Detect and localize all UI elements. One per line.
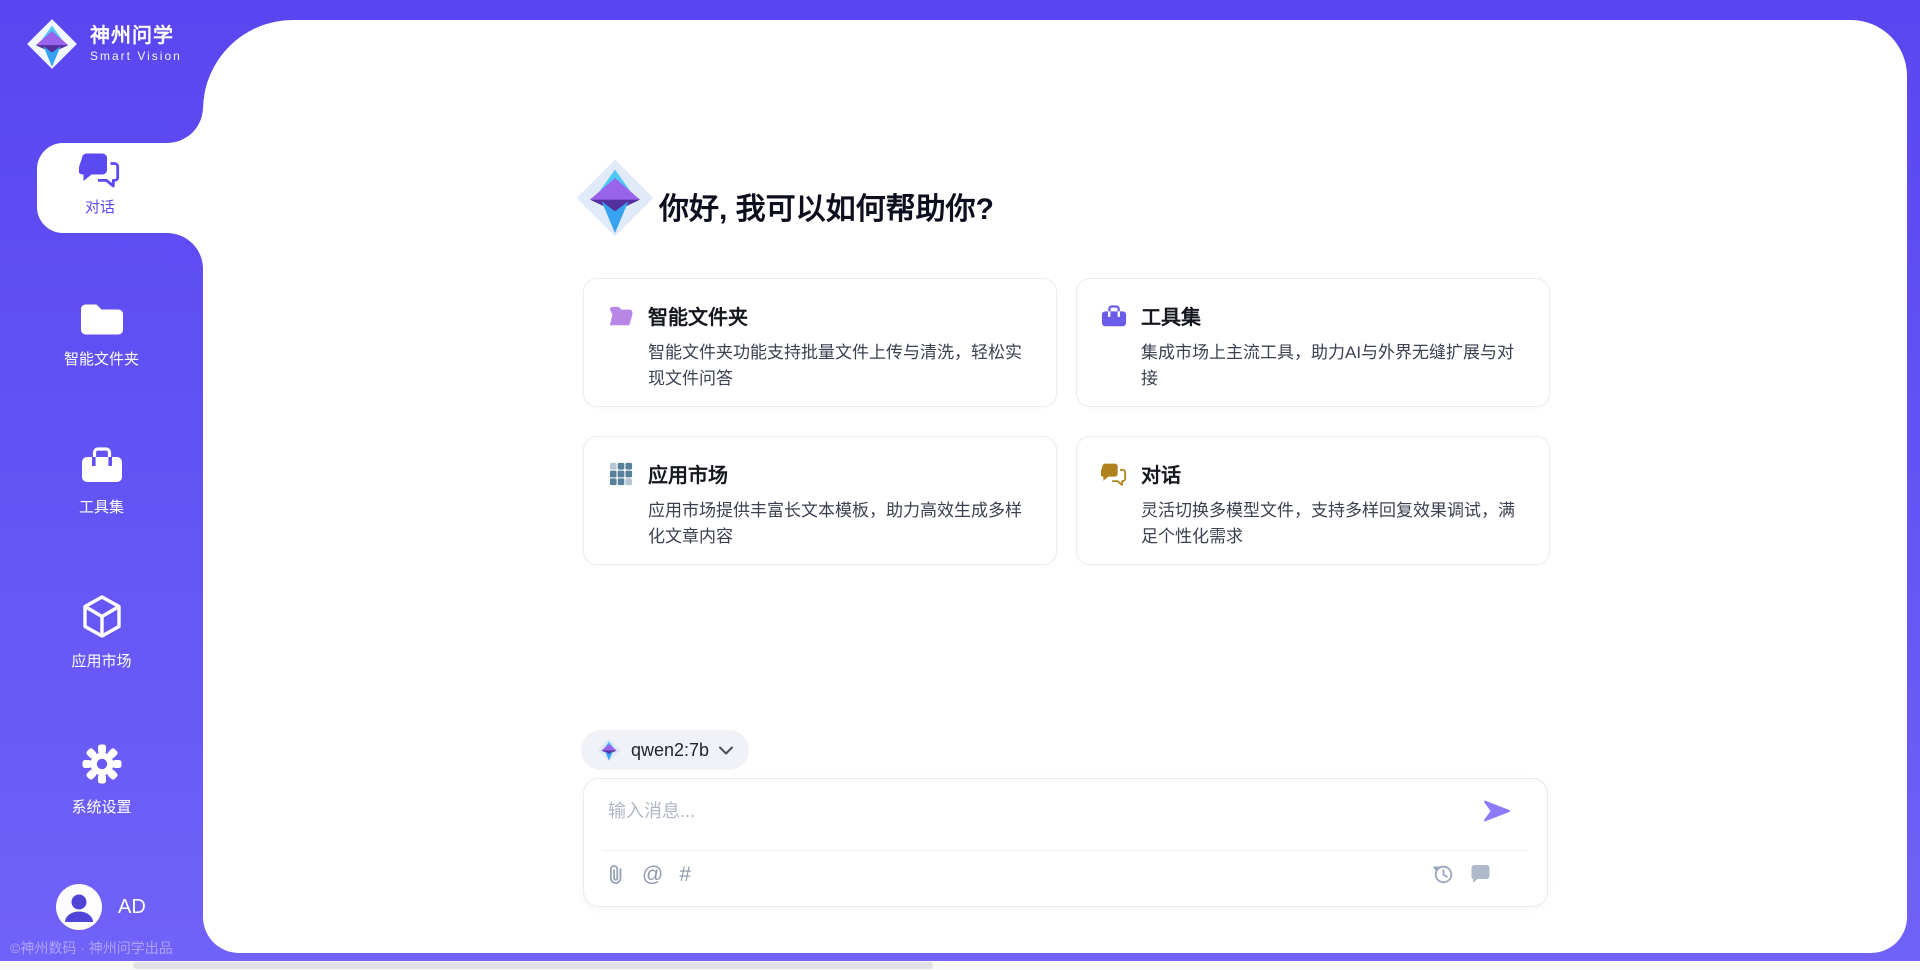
- chat-icon: [1101, 462, 1127, 486]
- send-icon[interactable]: [1483, 797, 1511, 825]
- main-content-panel: 你好, 我可以如何帮助你? 智能文件夹 智能文件夹功能支持批量文件上传与清洗，轻…: [203, 20, 1907, 953]
- composer-divider: [602, 850, 1529, 851]
- user-icon: [56, 884, 102, 930]
- message-input[interactable]: [606, 795, 1470, 843]
- chat-icon: [79, 151, 121, 191]
- avatar: [56, 884, 102, 930]
- copyright-footer: ©神州数码 · 神州问学出品: [10, 938, 200, 958]
- card-smart-folder[interactable]: 智能文件夹 智能文件夹功能支持批量文件上传与清洗，轻松实现文件问答: [583, 278, 1057, 407]
- card-title: 智能文件夹: [648, 301, 748, 330]
- composer-tools-left: @ #: [606, 863, 691, 886]
- sidebar-item-app-market[interactable]: 应用市场: [0, 594, 203, 671]
- user-account[interactable]: AD: [56, 884, 146, 930]
- sidebar-item-label: 工具集: [79, 496, 124, 517]
- model-selector[interactable]: qwen2:7b: [581, 730, 749, 770]
- hashtag-icon[interactable]: #: [679, 864, 691, 886]
- sidebar: 神州问学 Smart Vision 对话 智能文件夹: [0, 0, 203, 970]
- model-diamond-logo-icon: [597, 738, 621, 762]
- model-name: qwen2:7b: [631, 740, 709, 761]
- folder-icon: [79, 300, 125, 338]
- message-composer: @ #: [583, 778, 1548, 907]
- sidebar-item-smart-folder[interactable]: 智能文件夹: [0, 300, 203, 369]
- diamond-logo-icon: [26, 18, 78, 70]
- brand-logo: 神州问学 Smart Vision: [26, 18, 182, 70]
- chevron-down-icon: [719, 746, 733, 755]
- app-window: 神州问学 Smart Vision 对话 智能文件夹: [0, 0, 1920, 970]
- horizontal-scrollbar: [0, 961, 1920, 970]
- active-tab-fillet-top: [167, 107, 203, 143]
- feature-cards: 智能文件夹 智能文件夹功能支持批量文件上传与清洗，轻松实现文件问答 工具集 集成…: [583, 278, 1550, 565]
- sidebar-item-label: 系统设置: [71, 796, 131, 817]
- card-description: 智能文件夹功能支持批量文件上传与清洗，轻松实现文件问答: [648, 340, 1032, 392]
- card-description: 灵活切换多模型文件，支持多样回复效果调试，满足个性化需求: [1141, 498, 1525, 550]
- card-description: 集成市场上主流工具，助力AI与外界无缝扩展与对接: [1141, 340, 1525, 392]
- card-chat[interactable]: 对话 灵活切换多模型文件，支持多样回复效果调试，满足个性化需求: [1076, 436, 1550, 565]
- card-title: 工具集: [1141, 301, 1201, 330]
- comment-icon[interactable]: [1470, 864, 1491, 884]
- composer-tools-right: [1432, 863, 1491, 885]
- sidebar-item-chat[interactable]: 对话: [37, 143, 203, 233]
- brand-name: 神州问学: [90, 25, 182, 47]
- card-toolbox[interactable]: 工具集 集成市场上主流工具，助力AI与外界无缝扩展与对接: [1076, 278, 1550, 407]
- toolbox-icon: [1101, 304, 1127, 328]
- cube-icon: [80, 594, 124, 640]
- sidebar-item-settings[interactable]: 系统设置: [0, 742, 203, 817]
- sidebar-item-label: 对话: [85, 196, 115, 217]
- grid-icon: [608, 462, 634, 486]
- user-name: AD: [118, 896, 146, 919]
- toolbox-icon: [80, 446, 124, 486]
- history-icon[interactable]: [1432, 863, 1454, 885]
- mention-icon[interactable]: @: [642, 864, 663, 886]
- greeting-diamond-logo-icon: [575, 158, 655, 238]
- sidebar-item-label: 智能文件夹: [64, 348, 139, 369]
- card-description: 应用市场提供丰富长文本模板，助力高效生成多样化文章内容: [648, 498, 1032, 550]
- gear-icon: [80, 742, 124, 786]
- active-tab-fillet-bottom: [167, 233, 203, 269]
- card-app-market[interactable]: 应用市场 应用市场提供丰富长文本模板，助力高效生成多样化文章内容: [583, 436, 1057, 565]
- horizontal-scrollbar-thumb[interactable]: [133, 962, 933, 969]
- card-title: 应用市场: [648, 459, 728, 488]
- card-title: 对话: [1141, 459, 1181, 488]
- folder-open-icon: [608, 304, 634, 328]
- sidebar-item-toolbox[interactable]: 工具集: [0, 446, 203, 517]
- sidebar-item-label: 应用市场: [71, 650, 131, 671]
- greeting-title: 你好, 我可以如何帮助你?: [659, 184, 994, 228]
- brand-subtitle: Smart Vision: [90, 50, 182, 63]
- attachment-icon[interactable]: [606, 863, 626, 886]
